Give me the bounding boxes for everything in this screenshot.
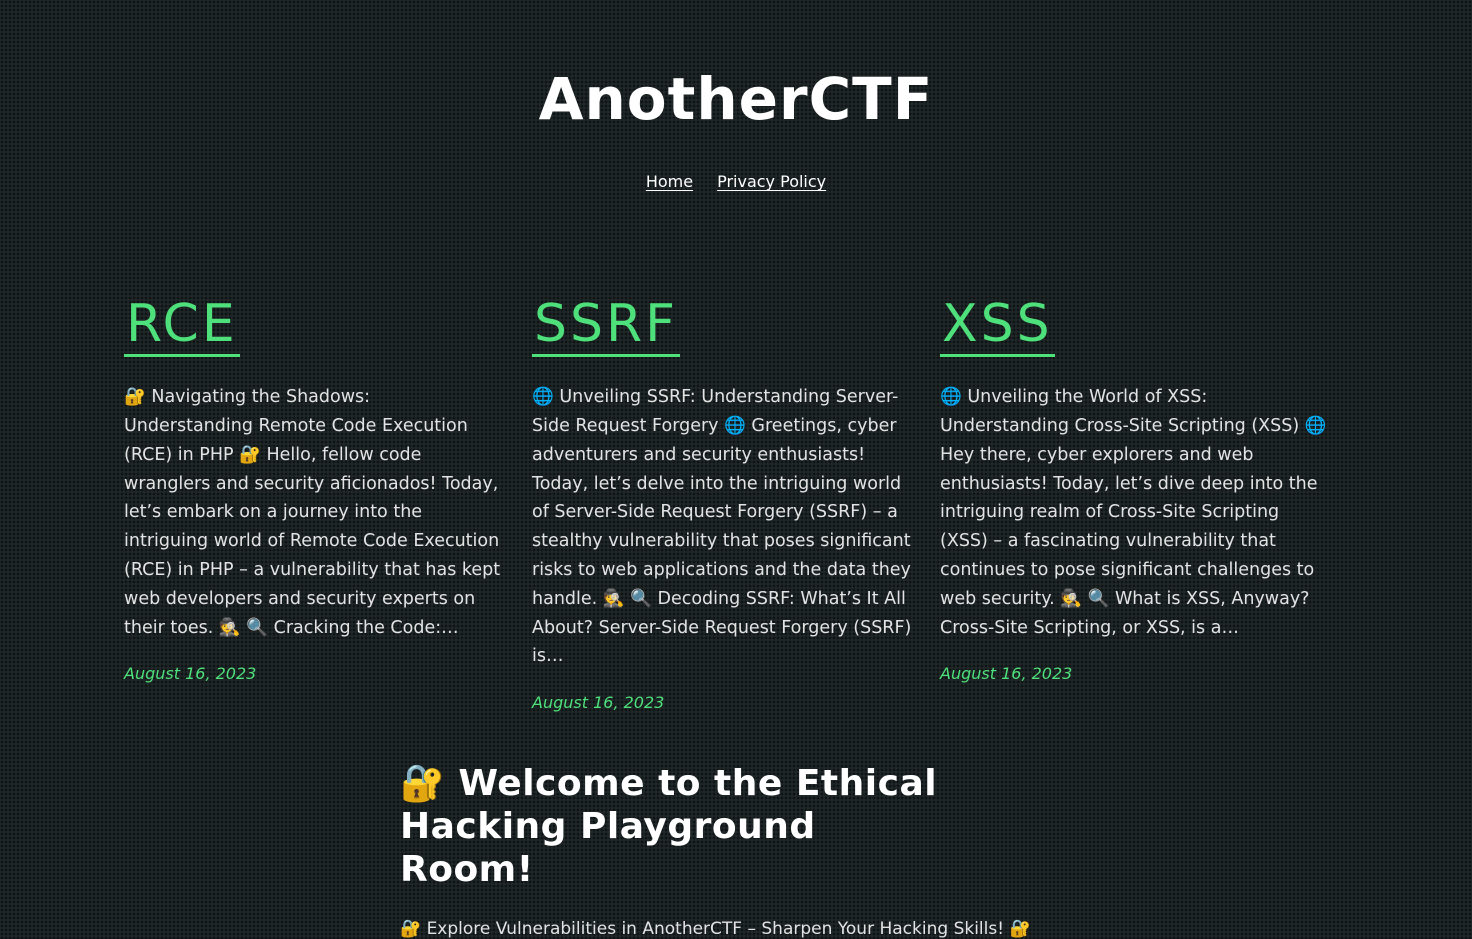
post-card-ssrf: SSRF 🌐 Unveiling SSRF: Understanding Ser… [532,294,912,713]
post-title: SSRF [532,294,912,357]
post-excerpt: 🌐 Unveiling the World of XSS: Understand… [940,387,1327,638]
nav-link-privacy-policy[interactable]: Privacy Policy [717,172,826,191]
post-excerpt: 🌐 Unveiling SSRF: Understanding Server-S… [532,387,912,667]
welcome-heading: 🔐 Welcome to the Ethical Hacking Playgro… [400,763,938,890]
post-card-rce: RCE 🔐 Navigating the Shadows: Understand… [124,294,504,712]
welcome-section: 🔐 Welcome to the Ethical Hacking Playgro… [400,762,1031,939]
site-header: AnotherCTF Home Privacy Policy [0,0,1472,191]
nav-link-home[interactable]: Home [646,172,693,191]
post-title: XSS [940,294,1330,357]
post-grid: RCE 🔐 Navigating the Shadows: Understand… [124,294,1348,713]
post-title: RCE [124,294,504,357]
main-navigation: Home Privacy Policy [0,172,1472,191]
post-date: August 16, 2023 [532,693,665,713]
welcome-subtext: 🔐 Explore Vulnerabilities in AnotherCTF … [400,919,1031,939]
site-title[interactable]: AnotherCTF [0,70,1472,128]
post-date: August 16, 2023 [124,664,257,684]
post-title-link-ssrf[interactable]: SSRF [532,294,681,357]
post-title-link-rce[interactable]: RCE [124,294,240,357]
post-date: August 16, 2023 [940,664,1073,684]
post-card-xss: XSS 🌐 Unveiling the World of XSS: Unders… [940,294,1330,712]
post-title-link-xss[interactable]: XSS [940,294,1055,357]
post-excerpt: 🔐 Navigating the Shadows: Understanding … [124,387,501,638]
